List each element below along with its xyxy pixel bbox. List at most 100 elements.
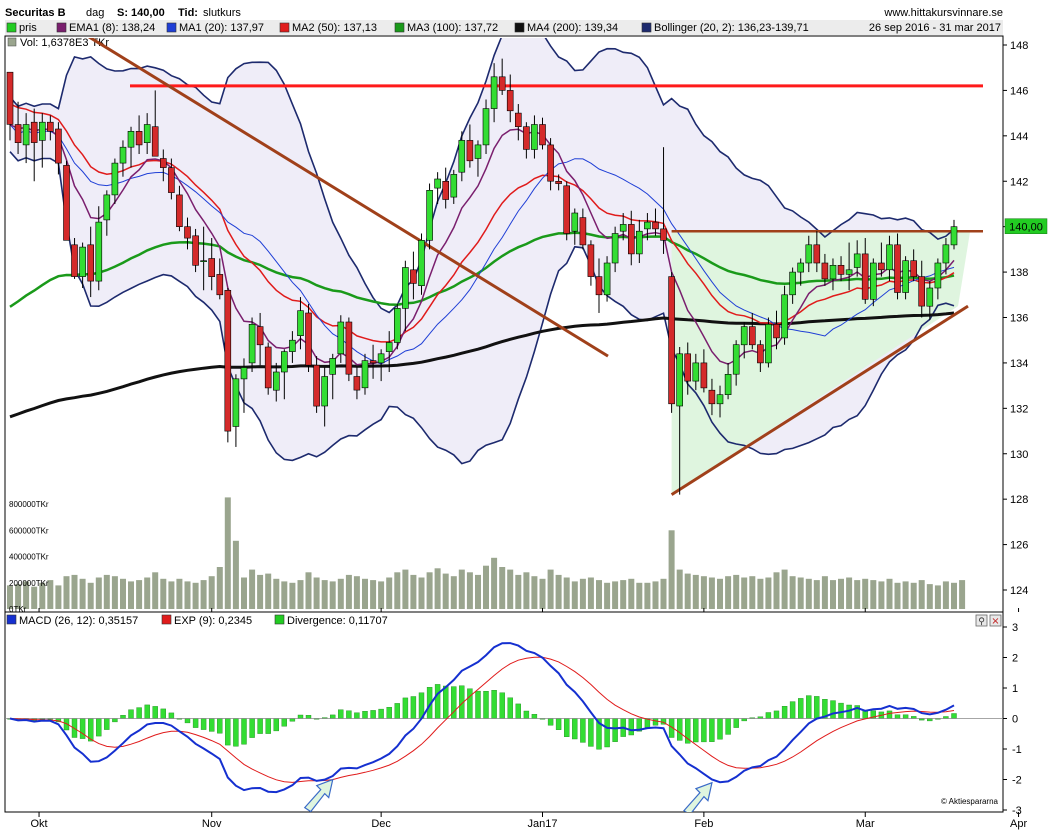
volume-bar (394, 572, 401, 610)
divergence-bar (128, 709, 134, 719)
candle-body (160, 158, 167, 168)
volume-bar (241, 577, 247, 609)
candle-body (514, 112, 522, 127)
candle-body (498, 76, 506, 91)
candle-body (603, 262, 611, 296)
price-tick-label: 128 (1010, 494, 1028, 506)
divergence-bar (200, 718, 207, 730)
divergence-bar (701, 718, 707, 743)
candle-body (506, 90, 514, 112)
volume-bar (571, 581, 578, 609)
candle-body (619, 224, 627, 232)
volume-bar (305, 572, 312, 610)
volume-bar (692, 574, 699, 609)
volume-bar (192, 582, 199, 610)
volume-bar (717, 578, 723, 609)
volume-bar (265, 573, 272, 609)
divergence-bar (499, 692, 505, 719)
divergence-bar (305, 715, 312, 719)
divergence-bar (338, 709, 344, 719)
volume-bar (289, 582, 296, 610)
divergence-bar (814, 696, 820, 719)
volume-bar (886, 578, 893, 609)
site-name: www.hittakursvinnare.se (883, 7, 1003, 19)
candle-body (918, 276, 926, 307)
divergence-bar (402, 697, 409, 719)
divergence-bar (144, 704, 150, 719)
volume-bar (79, 578, 86, 609)
volume-bar (652, 581, 659, 609)
divergence-bar (346, 710, 352, 719)
divergence-bar (208, 718, 215, 732)
divergence-bar (354, 712, 360, 719)
volume-bar (596, 580, 602, 609)
divergence-bar (152, 706, 158, 719)
candle-body (781, 294, 788, 339)
candle-body (757, 344, 764, 364)
candle-body (531, 124, 538, 150)
watermark: © Aktiespararna (941, 797, 999, 806)
candle-body (571, 212, 579, 232)
price-tick-label: 132 (1010, 403, 1028, 415)
candle-body (345, 321, 353, 375)
divergence-bar (838, 702, 844, 719)
volume-bar (273, 578, 280, 609)
tid-value: slutkurs (203, 7, 241, 19)
volume-bar (337, 578, 344, 609)
price-tick-label: 130 (1010, 449, 1028, 461)
volume-bar (846, 577, 853, 609)
volume-bar (797, 577, 804, 609)
divergence-bar (491, 690, 497, 719)
candle-body (466, 140, 474, 162)
volume-bar (55, 585, 62, 609)
volume-bar (894, 582, 901, 610)
volume-bar (741, 577, 748, 609)
time-tick-label: Feb (694, 818, 713, 830)
volume-bar (757, 578, 764, 609)
divergence-bar (652, 718, 659, 726)
volume-bar (539, 578, 546, 609)
candle-body (773, 323, 780, 339)
volume-bar (733, 574, 740, 609)
volume-bar (386, 577, 393, 609)
volume-bar (579, 578, 586, 609)
price-tick-label: 136 (1010, 313, 1028, 325)
divergence-bar (693, 718, 699, 743)
divergence-bar (297, 714, 304, 719)
candle-body (910, 260, 918, 277)
divergence-bar (515, 703, 521, 719)
candle-body (87, 244, 94, 282)
candle-body (555, 181, 562, 184)
last-price-label: S: 140,00 (117, 7, 165, 19)
candle-body (22, 124, 30, 146)
volume-bar (152, 572, 159, 610)
candle-body (337, 321, 345, 355)
volume-bar (321, 580, 328, 609)
legend-label: MA2 (50): 137,13 (292, 22, 377, 34)
candle-body (732, 344, 740, 375)
candle-body (127, 131, 135, 148)
volume-bar (208, 576, 215, 609)
divergence-bar (378, 708, 384, 719)
candle-body (660, 228, 667, 241)
candle-body (652, 221, 659, 230)
divergence-bar (370, 710, 376, 719)
divergence-bar (265, 718, 271, 734)
candle-body (434, 178, 441, 189)
candle-body (176, 194, 183, 227)
candle-body (644, 221, 651, 230)
time-tick-label: Mar (856, 818, 875, 830)
candle-body (708, 389, 716, 405)
volume-bar (297, 580, 304, 609)
volume-bar (531, 576, 538, 609)
volume-bar (442, 573, 449, 609)
candle-body (894, 244, 901, 293)
candle-body (765, 323, 772, 364)
volume-bar (458, 569, 465, 609)
candle-body (208, 258, 215, 278)
candle-body (216, 274, 224, 296)
macd-legend-label: MACD (26, 12): 0,35157 (19, 615, 138, 627)
time-tick-label: Nov (202, 818, 222, 830)
legend-label: MA1 (20): 137,97 (179, 22, 264, 34)
candle-body (119, 146, 127, 164)
